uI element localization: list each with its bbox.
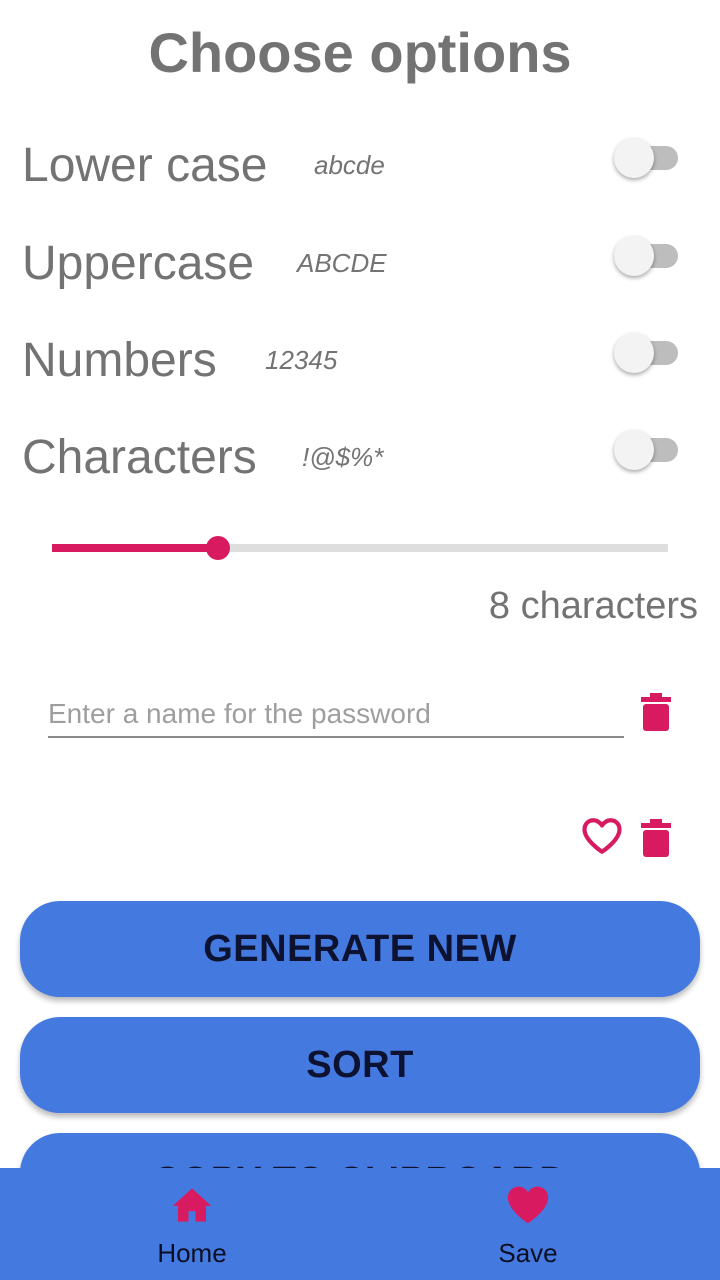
- heart-outline-icon: [582, 818, 622, 854]
- generate-new-button[interactable]: GENERATE NEW: [20, 901, 700, 997]
- option-label-uppercase: Uppercase: [22, 237, 255, 290]
- trash-icon: [641, 819, 671, 857]
- clear-name-button[interactable]: [634, 690, 678, 734]
- option-label-characters: Characters: [22, 431, 257, 484]
- option-sample-uppercase: ABCDE: [297, 248, 387, 278]
- trash-icon: [641, 693, 671, 731]
- page-title: Choose options: [148, 21, 572, 84]
- uppercase-toggle[interactable]: [614, 236, 678, 276]
- toggle-thumb: [614, 138, 654, 178]
- option-sample-numbers: 12345: [265, 345, 338, 375]
- length-label: 8 characters: [488, 585, 698, 627]
- characters-toggle[interactable]: [614, 430, 678, 470]
- delete-password-button[interactable]: [634, 816, 678, 860]
- option-sample-lowercase: abcde: [314, 150, 385, 180]
- sort-button[interactable]: SORT: [20, 1017, 700, 1113]
- heart-icon: [507, 1186, 549, 1224]
- slider-fill: [52, 544, 219, 552]
- option-label-numbers: Numbers: [22, 334, 217, 387]
- toggle-thumb: [614, 333, 654, 373]
- bottom-navigation: Home Save: [0, 1168, 720, 1280]
- toggle-thumb: [614, 430, 654, 470]
- nav-save[interactable]: Save: [428, 1168, 628, 1280]
- lowercase-toggle[interactable]: [614, 138, 678, 178]
- home-icon: [172, 1188, 212, 1222]
- option-label-lowercase: Lower case: [22, 139, 268, 192]
- nav-save-label: Save: [498, 1238, 558, 1268]
- length-slider[interactable]: [52, 532, 668, 564]
- nav-home-label: Home: [157, 1238, 227, 1268]
- slider-thumb[interactable]: [206, 536, 231, 560]
- numbers-toggle[interactable]: [614, 333, 678, 373]
- password-name-input[interactable]: [48, 692, 624, 738]
- toggle-thumb: [614, 236, 654, 276]
- favorite-button[interactable]: [580, 814, 624, 858]
- option-sample-characters: !@$%*: [302, 442, 384, 472]
- nav-home[interactable]: Home: [92, 1168, 292, 1280]
